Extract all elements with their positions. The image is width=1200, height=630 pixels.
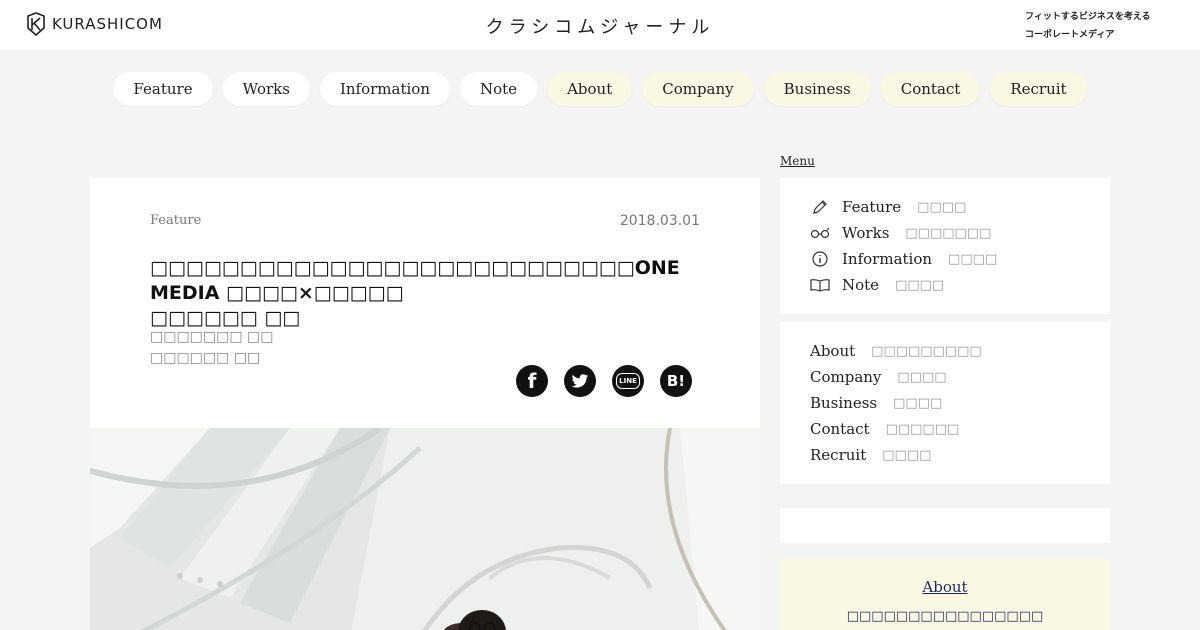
nav-pill-about[interactable]: About — [547, 72, 633, 106]
sidebar-item-feature[interactable]: Feature □□□□ — [810, 197, 966, 217]
hatena-bookmark-icon: B! — [666, 372, 686, 390]
tagline-line-1: フィットするビジネスを考える — [1025, 12, 1151, 22]
line-icon: LINE — [616, 373, 640, 389]
sidebar-item-note[interactable]: Note □□□□ — [810, 275, 944, 295]
site-header: KURASHICOM クラシコムジャーナル フィットするビジネスを考える コーポ… — [0, 0, 1200, 50]
sidebar-item-business[interactable]: Business □□□□ — [810, 393, 942, 413]
hero-photo-illustration — [90, 428, 760, 630]
article-title: □□□□□□□□□□□□□□□□□□□□□□□□□□□ONE MEDIA □□□… — [150, 256, 700, 331]
sidebar-empty-box — [780, 508, 1110, 543]
pen-icon — [810, 197, 830, 217]
nav-pill-feature[interactable]: Feature — [113, 72, 213, 106]
sidebar-primary-menu: Feature □□□□ Works □□□□□□□ Information □… — [780, 178, 1110, 314]
facebook-share-button[interactable]: f — [516, 365, 548, 397]
share-buttons: f LINE B! — [516, 365, 692, 397]
sidebar-item-label: Feature — [842, 198, 902, 216]
sidebar-item-works[interactable]: Works □□□□□□□ — [810, 223, 991, 243]
sidebar-item-sublabel: □□□□□□□ — [905, 225, 992, 241]
nav-pill-note[interactable]: Note — [460, 72, 538, 106]
article-title-line-1: □□□□□□□□□□□□□□□□□□□□□□□□□□□ONE MEDIA □□□… — [150, 257, 680, 304]
sidebar-secondary-menu: About □□□□□□□□□ Company □□□□ Business □□… — [780, 322, 1110, 484]
site-title[interactable]: クラシコムジャーナル — [0, 13, 1200, 39]
sidebar-item-label: Company — [810, 368, 882, 386]
nav-pill-works[interactable]: Works — [222, 72, 310, 106]
sidebar-item-about[interactable]: About □□□□□□□□□ — [810, 341, 982, 361]
sidebar-item-label: About — [810, 342, 856, 360]
sidebar-item-company[interactable]: Company □□□□ — [810, 367, 947, 387]
article-category[interactable]: Feature — [150, 213, 201, 229]
sidebar-item-sublabel: □□□□ — [917, 199, 967, 215]
article-title-line-2: □□□□□□ □□ — [150, 307, 301, 329]
sidebar-item-information[interactable]: Information □□□□ — [810, 249, 997, 269]
global-nav: Feature Works Information Note About Com… — [0, 72, 1200, 106]
glasses-icon — [810, 223, 830, 243]
twitter-share-button[interactable] — [564, 365, 596, 397]
sidebar-item-label: Works — [842, 224, 890, 242]
sidebar-item-recruit[interactable]: Recruit □□□□ — [810, 445, 931, 465]
article-hero-image[interactable] — [90, 428, 760, 630]
site-tagline: フィットするビジネスを考える コーポレートメディア — [1025, 8, 1195, 44]
article-card: Feature 2018.03.01 □□□□□□□□□□□□□□□□□□□□□… — [90, 178, 760, 630]
sidebar-item-sublabel: □□□□ — [948, 251, 998, 267]
nav-pill-recruit[interactable]: Recruit — [990, 72, 1087, 106]
sidebar-item-sublabel: □□□□ — [897, 369, 947, 385]
tagline-line-2: コーポレートメディア — [1025, 30, 1115, 40]
nav-pill-business[interactable]: Business — [763, 72, 871, 106]
sidebar-item-sublabel: □□□□□□ — [885, 421, 960, 437]
sidebar-item-label: Business — [810, 394, 878, 412]
nav-pill-contact[interactable]: Contact — [880, 72, 981, 106]
sidebar-about-box: About □□□□□□□□□□□□□□□□ — [780, 559, 1110, 630]
book-icon — [810, 275, 830, 295]
about-title: About — [780, 578, 1110, 596]
sidebar-item-label: Information — [842, 250, 933, 268]
sidebar-item-label: Note — [842, 276, 880, 294]
about-description: □□□□□□□□□□□□□□□□ — [846, 609, 1044, 624]
sidebar-item-label: Recruit — [810, 446, 867, 464]
article-author-1: □□□□□□□ □□ — [150, 329, 274, 345]
sidebar-item-sublabel: □□□□ — [893, 395, 943, 411]
nav-pill-company[interactable]: Company — [642, 72, 754, 106]
nav-pill-information[interactable]: Information — [319, 72, 450, 106]
twitter-icon — [571, 373, 589, 388]
about-link[interactable]: About — [922, 578, 967, 596]
article-date: 2018.03.01 — [619, 213, 700, 229]
line-share-button[interactable]: LINE — [612, 365, 644, 397]
article-meta: Feature 2018.03.01 — [150, 213, 700, 229]
sidebar-item-sublabel: □□□□ — [895, 277, 945, 293]
info-icon — [810, 249, 830, 269]
article-author-2: □□□□□□ □□ — [150, 350, 261, 366]
hatena-bookmark-share-button[interactable]: B! — [660, 365, 692, 397]
sidebar-item-label: Contact — [810, 420, 870, 438]
sidebar-item-sublabel: □□□□□□□□□ — [871, 343, 982, 359]
facebook-icon: f — [527, 369, 537, 393]
sidebar-menu-label[interactable]: Menu — [780, 154, 815, 168]
sidebar-item-sublabel: □□□□ — [882, 447, 932, 463]
sidebar-item-contact[interactable]: Contact □□□□□□ — [810, 419, 959, 439]
